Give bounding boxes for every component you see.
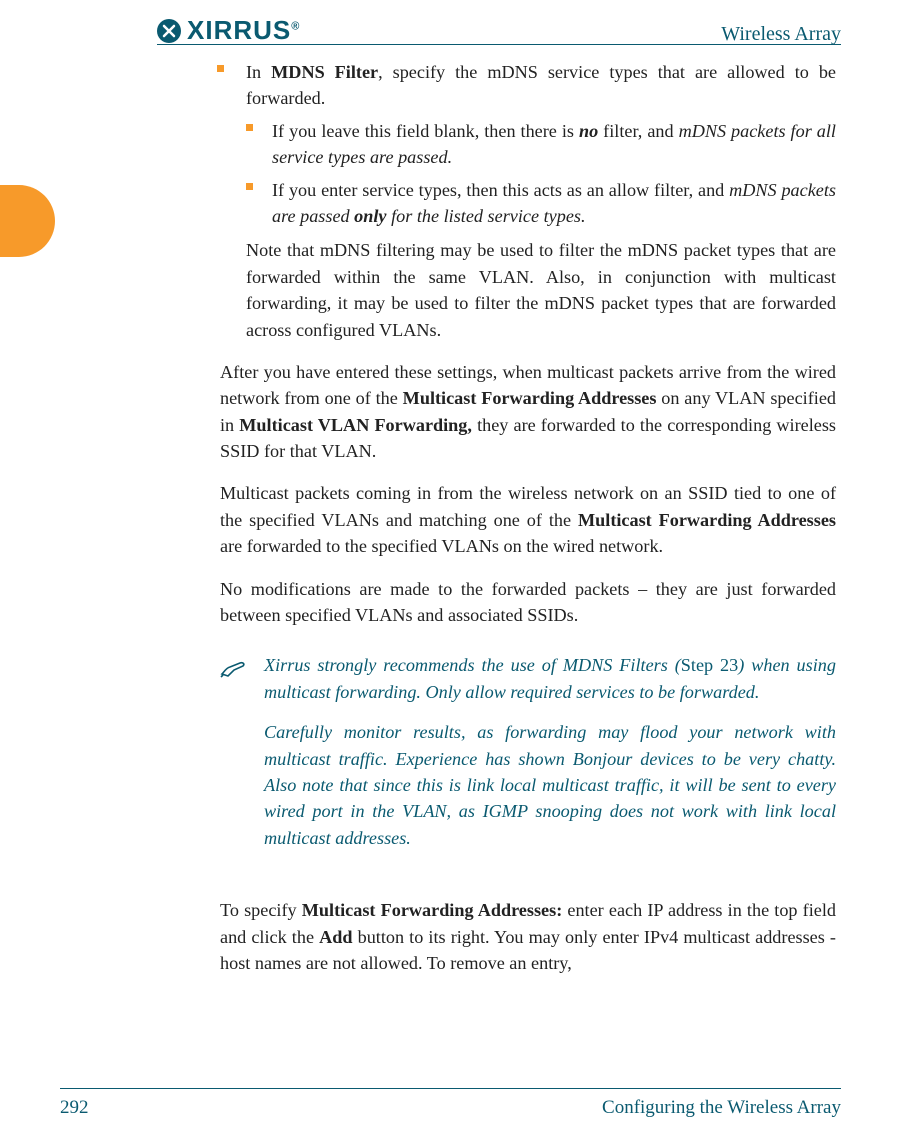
book-title: Wireless Array xyxy=(721,23,841,46)
text-bold: Multicast VLAN Forwarding, xyxy=(239,415,472,435)
text-bold: Multicast Forwarding Addresses xyxy=(578,510,836,530)
side-tab xyxy=(0,185,55,257)
page-number: 292 xyxy=(60,1097,89,1119)
bullet-icon xyxy=(217,65,224,72)
text: are forwarded to the specified VLANs on … xyxy=(220,536,663,556)
text: In xyxy=(246,62,271,82)
text-bold: Multicast Forwarding Addresses: xyxy=(302,900,563,920)
text-bold-italic: no xyxy=(579,121,598,141)
brand-logo: XIRRUS® xyxy=(157,15,300,46)
text: To specify xyxy=(220,900,302,920)
paragraph: After you have entered these settings, w… xyxy=(220,359,836,465)
text-bold: Multicast Forwarding Addresses xyxy=(403,388,657,408)
text-italic: Xirrus strongly recommends the use of MD… xyxy=(264,655,681,675)
text-step-ref: Step 23 xyxy=(681,655,738,675)
text: filter, and xyxy=(598,121,678,141)
text-italic: for the listed service types. xyxy=(387,206,586,226)
callout-note: Xirrus strongly recommends the use of MD… xyxy=(220,652,836,865)
bullet-level2: If you leave this field blank, then ther… xyxy=(246,118,836,171)
section-title: Configuring the Wireless Array xyxy=(602,1097,841,1119)
footer-divider xyxy=(60,1088,841,1089)
note-hand-icon xyxy=(220,652,246,865)
text: If you leave this field blank, then ther… xyxy=(272,121,579,141)
text-bold: Add xyxy=(319,927,352,947)
body-text: In MDNS Filter, specify the mDNS service… xyxy=(220,59,836,976)
paragraph: No modifications are made to the forward… xyxy=(220,576,836,629)
text-bold: MDNS Filter xyxy=(271,62,378,82)
paragraph: Note that mDNS filtering may be used to … xyxy=(246,237,836,343)
paragraph: Multicast packets coming in from the wir… xyxy=(220,480,836,559)
bullet-level2: If you enter service types, then this ac… xyxy=(246,177,836,230)
text-italic: Carefully monitor results, as forwarding… xyxy=(264,719,836,851)
callout-text: Xirrus strongly recommends the use of MD… xyxy=(264,652,836,865)
bullet-icon xyxy=(246,183,253,190)
logo-mark-icon xyxy=(157,19,181,43)
paragraph: To specify Multicast Forwarding Addresse… xyxy=(220,897,836,976)
page-footer: 292 Configuring the Wireless Array xyxy=(60,1097,841,1119)
bullet-level1: In MDNS Filter, specify the mDNS service… xyxy=(220,59,836,112)
text-bold-italic: only xyxy=(354,206,386,226)
brand-name: XIRRUS® xyxy=(187,15,300,46)
header-divider xyxy=(157,44,841,45)
text: If you enter service types, then this ac… xyxy=(272,180,729,200)
page-header: XIRRUS® Wireless Array xyxy=(157,15,841,46)
bullet-icon xyxy=(246,124,253,131)
